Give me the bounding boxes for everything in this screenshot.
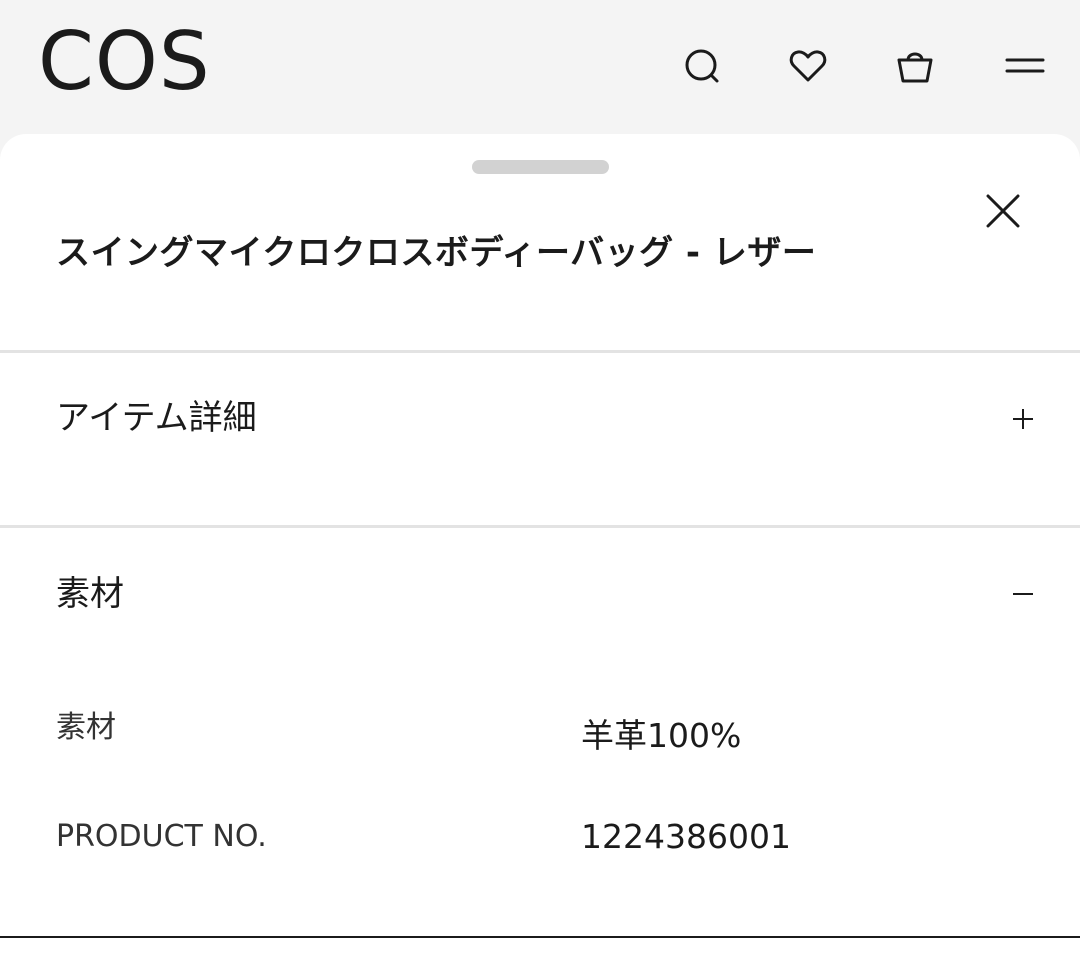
close-icon bbox=[986, 194, 1020, 228]
close-button[interactable] bbox=[978, 186, 1028, 236]
drag-handle[interactable] bbox=[472, 160, 609, 174]
cos-logo[interactable]: COS bbox=[38, 22, 211, 102]
product-title: スイングマイクロクロスボディーバッグ - レザー bbox=[56, 233, 817, 273]
accordion-item-details[interactable]: アイテム詳細 bbox=[0, 353, 1080, 525]
heart-icon[interactable] bbox=[784, 42, 832, 90]
minus-icon[interactable] bbox=[1000, 571, 1046, 617]
plus-icon[interactable] bbox=[1000, 396, 1046, 442]
accordion-label-item-details: アイテム詳細 bbox=[56, 398, 257, 438]
search-icon[interactable] bbox=[678, 42, 726, 90]
top-header: COS bbox=[0, 0, 1080, 134]
menu-icon[interactable] bbox=[1001, 42, 1049, 90]
accordion-material[interactable]: 素材 bbox=[0, 528, 1080, 628]
spec-value-product-no: 1224386001 bbox=[581, 817, 791, 856]
spec-key-material: 素材 bbox=[56, 710, 116, 745]
spec-value-material: 羊革100% bbox=[581, 716, 742, 755]
spec-key-product-no: PRODUCT NO. bbox=[56, 819, 267, 854]
bag-icon[interactable] bbox=[891, 42, 939, 90]
accordion-label-material: 素材 bbox=[56, 574, 124, 614]
product-info-sheet: スイングマイクロクロスボディーバッグ - レザー アイテム詳細 素材 素材 羊革… bbox=[0, 134, 1080, 954]
